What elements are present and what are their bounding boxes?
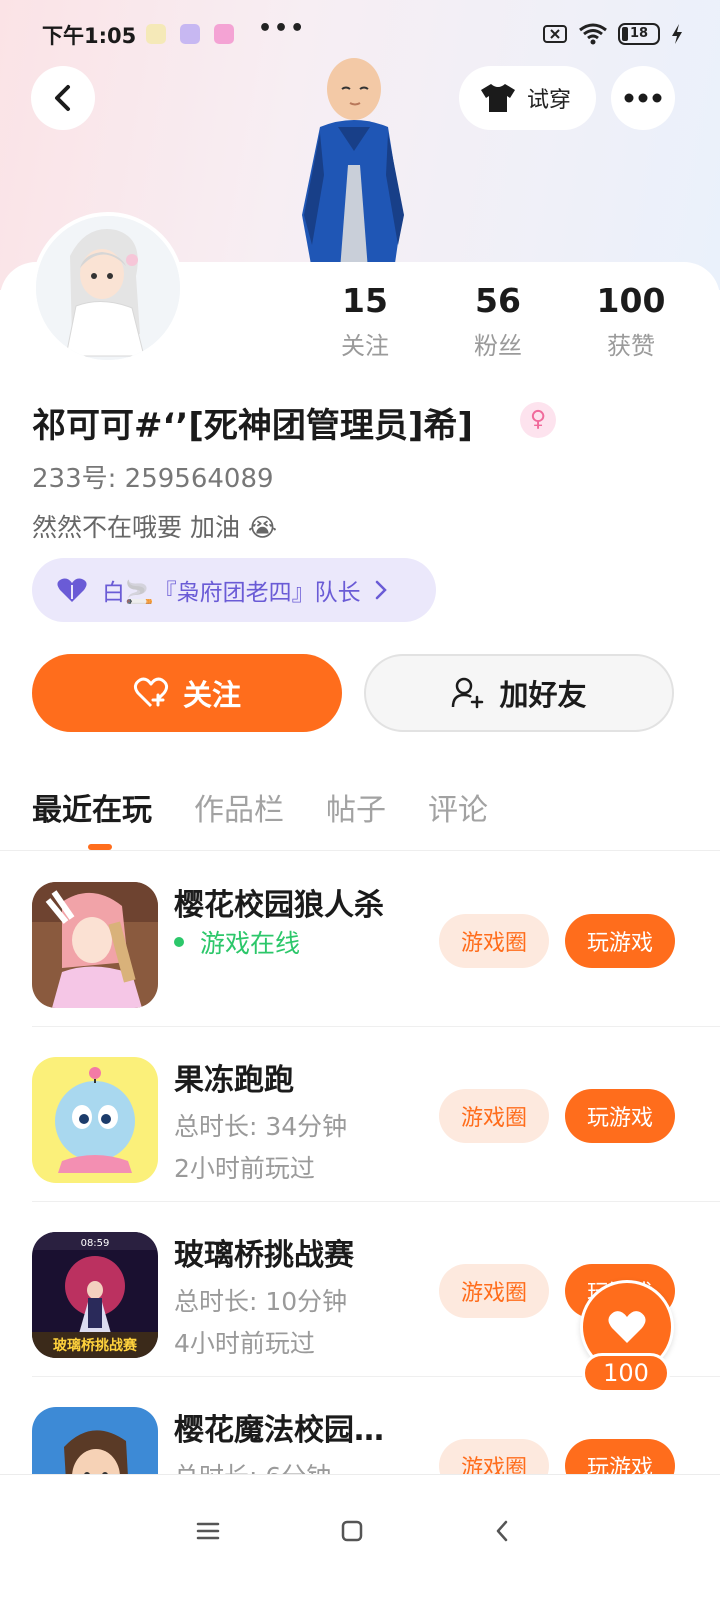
game-title: 樱花魔法校园… <box>174 1413 384 1448</box>
tab-comments[interactable]: 评论 <box>428 785 488 829</box>
game-playtime: 总时长: 10分钟 <box>174 1287 348 1316</box>
try-on-button[interactable]: 试穿 <box>459 66 596 130</box>
add-user-icon <box>452 677 484 709</box>
female-gender-icon: ♀ <box>520 402 556 438</box>
stat-likes-label: 获赞 <box>607 332 655 360</box>
add-friend-button[interactable]: 加好友 <box>364 654 674 732</box>
game-thumbnail <box>32 882 158 1008</box>
stat-likes[interactable]: 100 获赞 <box>571 280 691 361</box>
system-navigation-bar <box>0 1474 720 1600</box>
game-last-played: 4小时前玩过 <box>174 1329 315 1358</box>
stat-likes-count: 100 <box>596 281 666 320</box>
home-square-icon <box>341 1520 363 1542</box>
tab-works[interactable]: 作品栏 <box>194 785 284 829</box>
back-arrow-icon <box>55 85 70 111</box>
tab-divider <box>0 850 720 851</box>
game-thumbnail <box>32 1057 158 1183</box>
home-nav-button[interactable] <box>332 1511 372 1551</box>
game-circle-button[interactable]: 游戏圈 <box>439 1089 549 1143</box>
menu-icon <box>196 1522 220 1540</box>
sim-card-icon <box>543 25 567 43</box>
play-game-button[interactable]: 玩游戏 <box>565 914 675 968</box>
try-on-label: 试穿 <box>527 88 572 113</box>
app-notification-icon <box>214 24 234 44</box>
battery-level: 18 <box>629 26 649 41</box>
battery-icon: 18 <box>618 23 660 45</box>
add-friend-label: 加好友 <box>499 678 587 712</box>
game-online-status: 游戏在线 <box>174 924 300 960</box>
thumbnail-timer-text: 08:59 <box>81 1238 110 1249</box>
heart-icon <box>608 1311 646 1343</box>
stat-followers-label: 粉丝 <box>474 332 522 360</box>
profile-bio: 然然不在哦要 加油 😭 <box>32 513 278 542</box>
stat-following-label: 关注 <box>341 332 389 360</box>
game-playtime: 总时长: 34分钟 <box>174 1112 348 1141</box>
play-game-button[interactable]: 玩游戏 <box>565 1089 675 1143</box>
heart-plus-icon <box>133 677 169 708</box>
chevron-right-icon <box>375 580 387 600</box>
notification-icons <box>146 24 234 44</box>
more-dots-icon <box>624 93 662 103</box>
menu-nav-button[interactable] <box>188 1511 228 1551</box>
avatar-image <box>36 216 180 360</box>
game-last-played: 2小时前玩过 <box>174 1154 315 1183</box>
game-thumbnail-image <box>32 1057 158 1183</box>
heart-icon <box>57 578 87 602</box>
game-online-label: 游戏在线 <box>200 929 301 958</box>
avatar-3d-figure[interactable] <box>290 55 420 270</box>
status-time: 下午1:05 <box>42 24 137 48</box>
game-row[interactable]: 果冻跑跑 总时长: 34分钟 2小时前玩过 游戏圈 玩游戏 <box>0 1027 720 1202</box>
game-thumbnail-image: 08:59 玻璃桥挑战赛 <box>32 1232 158 1358</box>
more-options-button[interactable] <box>611 66 675 130</box>
stat-followers[interactable]: 56 粉丝 <box>438 280 558 361</box>
back-nav-button[interactable] <box>482 1511 522 1551</box>
game-circle-button[interactable]: 游戏圈 <box>439 1264 549 1318</box>
game-title: 玻璃桥挑战赛 <box>174 1238 354 1273</box>
back-button[interactable] <box>31 66 95 130</box>
game-thumbnail: 08:59 玻璃桥挑战赛 <box>32 1232 158 1358</box>
tab-posts[interactable]: 帖子 <box>326 785 386 829</box>
follow-button[interactable]: 关注 <box>32 654 342 732</box>
game-thumbnail-image <box>32 882 158 1008</box>
stat-followers-count: 56 <box>475 281 521 320</box>
team-badge[interactable]: 白🚬『枭府团老四』队长 <box>32 558 436 622</box>
like-count-badge: 100 <box>582 1353 670 1393</box>
wifi-icon <box>579 23 607 45</box>
team-badge-label: 白🚬『枭府团老四』队长 <box>102 580 361 606</box>
status-more-icon: ••• <box>258 16 307 41</box>
app-notification-icon <box>146 24 166 44</box>
online-dot-icon <box>174 937 184 947</box>
profile-name: 祁可可#‘’[死神团管理员]希] <box>32 406 473 446</box>
stat-following[interactable]: 15 关注 <box>305 280 425 361</box>
system-indicators: 18 <box>542 22 684 46</box>
game-row[interactable]: 樱花校园狼人杀 游戏在线 游戏圈 玩游戏 <box>0 852 720 1027</box>
tshirt-icon <box>481 84 515 112</box>
tab-recently-played[interactable]: 最近在玩 <box>32 785 152 829</box>
follow-label: 关注 <box>182 678 241 712</box>
app-notification-icon <box>180 24 200 44</box>
profile-avatar[interactable] <box>32 212 184 364</box>
stat-following-count: 15 <box>342 281 388 320</box>
thumbnail-title-text: 玻璃桥挑战赛 <box>53 1337 138 1354</box>
game-circle-button[interactable]: 游戏圈 <box>439 914 549 968</box>
charging-icon <box>672 24 682 44</box>
game-title: 樱花校园狼人杀 <box>174 888 384 923</box>
back-chevron-icon <box>496 1520 508 1542</box>
game-title: 果冻跑跑 <box>174 1063 294 1098</box>
user-id[interactable]: 233号: 259564089 <box>32 458 274 495</box>
profile-tabs: 最近在玩 作品栏 帖子 评论 <box>32 785 488 829</box>
